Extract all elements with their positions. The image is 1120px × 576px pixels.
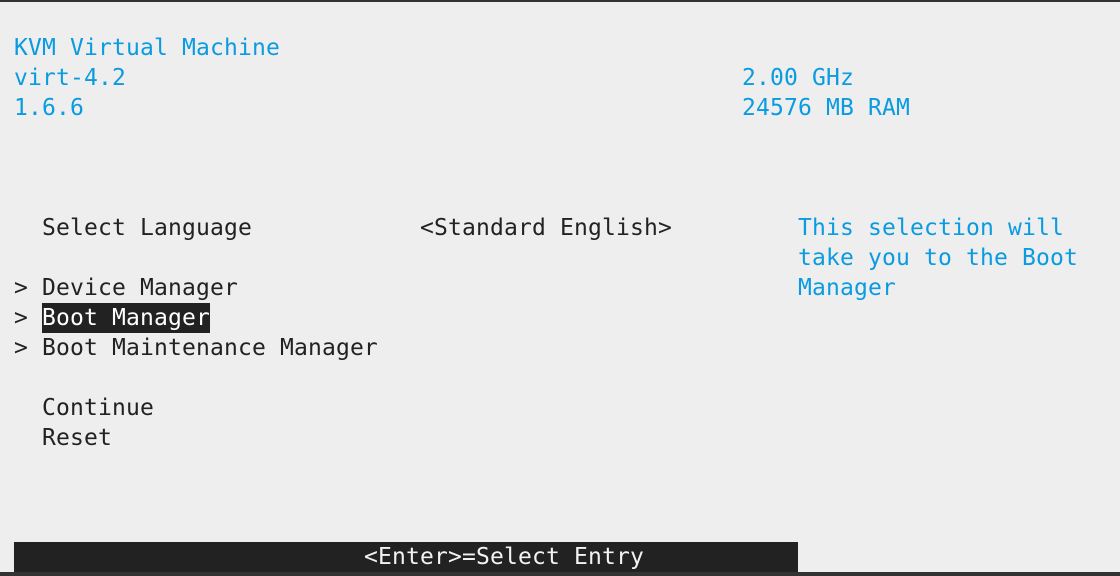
menu-item-device-manager[interactable]: Device Manager bbox=[42, 273, 238, 303]
menu-item-reset[interactable]: Reset bbox=[42, 423, 112, 453]
menu-item-continue[interactable]: Continue bbox=[42, 393, 154, 423]
language-dropdown[interactable]: <Standard English> bbox=[420, 213, 672, 243]
platform-name: KVM Virtual Machine bbox=[14, 35, 280, 61]
submenu-arrow-icon: > bbox=[14, 275, 28, 301]
status-bar-text: <Enter>=Select Entry bbox=[364, 544, 644, 570]
status-bar: <Enter>=Select Entry bbox=[14, 542, 798, 572]
machine-type: virt-4.2 bbox=[14, 65, 126, 91]
submenu-arrow-icon: > bbox=[14, 335, 28, 361]
cpu-speed: 2.00 GHz bbox=[742, 65, 854, 91]
submenu-arrow-icon: > bbox=[14, 305, 28, 331]
help-text-line: This selection will bbox=[798, 215, 1064, 241]
window-bottom-border bbox=[0, 572, 1120, 576]
menu-item-boot-manager[interactable]: Boot Manager bbox=[42, 303, 210, 333]
select-language-label[interactable]: Select Language bbox=[42, 213, 252, 243]
help-text-line: Manager bbox=[798, 275, 896, 301]
help-text-line: take you to the Boot bbox=[798, 245, 1078, 271]
window-top-border bbox=[0, 0, 1120, 2]
firmware-version: 1.6.6 bbox=[14, 95, 84, 121]
menu-item-boot-maintenance-manager[interactable]: Boot Maintenance Manager bbox=[42, 333, 378, 363]
memory-size: 24576 MB RAM bbox=[742, 95, 910, 121]
